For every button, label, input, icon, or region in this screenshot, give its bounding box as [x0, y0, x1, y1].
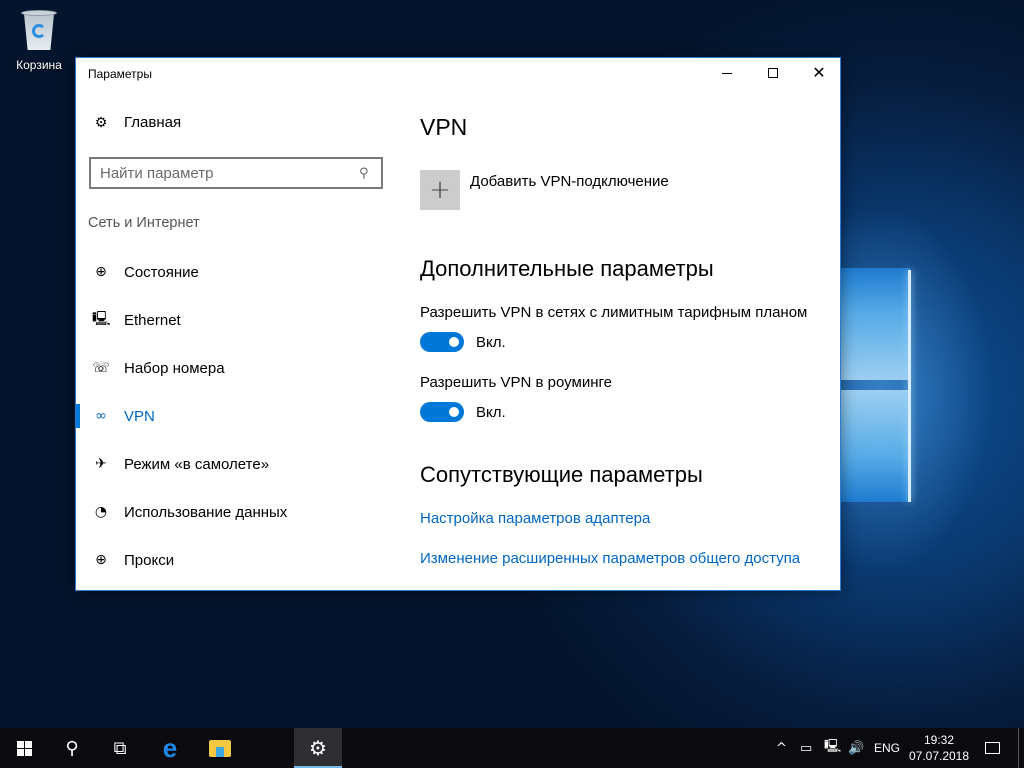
close-button[interactable]: ✕ — [796, 58, 842, 88]
title-bar[interactable]: Параметры ✕ — [76, 58, 840, 90]
sidebar-item-label: Прокси — [124, 551, 175, 569]
metered-vpn-toggle[interactable] — [420, 332, 464, 352]
network-icon: 🖳 — [824, 739, 842, 754]
airplane-icon: ✈ — [95, 456, 107, 472]
network-tray-button[interactable]: 🖳 — [824, 728, 841, 768]
wallpaper-pane-top — [840, 268, 910, 380]
sidebar-item-proxy[interactable]: ⊕ Прокси — [76, 536, 396, 584]
settings-window: Параметры ✕ ⚙ Главная ⚲ Сеть и Интернет … — [75, 57, 841, 591]
action-center-button[interactable] — [980, 728, 1004, 768]
gear-icon: ⚙ — [309, 736, 327, 760]
sharing-options-link[interactable]: Изменение расширенных параметров общего … — [420, 550, 800, 567]
edge-icon: e — [162, 732, 178, 763]
chevron-up-icon: ^ — [776, 740, 787, 756]
volume-icon: 🔊 — [848, 740, 865, 756]
show-desktop-button[interactable] — [1018, 728, 1024, 768]
add-vpn-label: Добавить VPN-подключение — [470, 173, 669, 190]
notification-icon — [984, 742, 1000, 754]
power-tray-button[interactable]: ▭ — [800, 728, 812, 768]
sidebar-item-label: Ethernet — [124, 311, 181, 329]
metered-option-label: Разрешить VPN в сетях с лимитным тарифны… — [420, 304, 808, 321]
settings-taskbar-button[interactable]: ⚙ — [294, 728, 342, 768]
wallpaper-light-edge — [908, 270, 911, 502]
battery-icon: ▭ — [800, 740, 813, 756]
window-title: Параметры — [88, 67, 152, 81]
sidebar-item-dialup[interactable]: ☏ Набор номера — [76, 344, 396, 392]
search-taskbar-button[interactable]: ⚲ — [48, 728, 96, 768]
recycle-bin-shortcut[interactable]: Корзина — [8, 6, 70, 72]
search-icon: ⚲ — [65, 737, 79, 759]
clock-date: 07.07.2018 — [908, 749, 970, 763]
toggle-state-label: Вкл. — [476, 403, 506, 421]
taskbar: ⚲ ⧉ e ⚙ ^ ▭ 🖳 🔊 ENG 19:32 07.07.2018 — [0, 728, 1024, 768]
windows-logo-icon — [16, 740, 32, 756]
ethernet-icon: 🖳 — [92, 311, 111, 327]
data-usage-icon: ◔ — [94, 504, 108, 520]
search-icon[interactable]: ⚲ — [359, 166, 381, 181]
edge-button[interactable]: e — [146, 728, 194, 768]
show-hidden-icons-button[interactable]: ^ — [776, 728, 787, 768]
sidebar-item-data-usage[interactable]: ◔ Использование данных — [76, 488, 396, 536]
globe-icon: ⊕ — [95, 552, 107, 568]
add-vpn-connection-button[interactable]: + Добавить VPN-подключение — [420, 170, 669, 210]
maximize-button[interactable] — [750, 58, 796, 88]
sidebar-item-label: Набор номера — [124, 359, 225, 377]
volume-tray-button[interactable]: 🔊 — [848, 728, 864, 768]
sidebar-item-label: Использование данных — [124, 503, 288, 521]
plus-icon: + — [420, 170, 460, 210]
task-view-icon: ⧉ — [113, 737, 127, 759]
maximize-icon — [768, 68, 778, 78]
advanced-options-heading: Дополнительные параметры — [420, 256, 714, 281]
clock[interactable]: 19:32 07.07.2018 — [904, 732, 974, 764]
toggle-state-label: Вкл. — [476, 333, 506, 351]
recycle-bin-icon — [19, 6, 59, 52]
adapter-options-link[interactable]: Настройка параметров адаптера — [420, 510, 650, 527]
nav-home[interactable]: ⚙ Главная — [92, 114, 181, 131]
sidebar-item-status[interactable]: ⊕ Состояние — [76, 248, 396, 296]
sidebar-item-ethernet[interactable]: 🖳 Ethernet — [76, 296, 396, 344]
vpn-icon: ∞ — [95, 408, 107, 424]
language-label: ENG — [874, 741, 901, 755]
file-explorer-button[interactable] — [196, 728, 244, 768]
roaming-option-label: Разрешить VPN в роуминге — [420, 374, 612, 391]
nav-list: ⊕ Состояние 🖳 Ethernet ☏ Набор номера ∞ … — [76, 248, 396, 584]
related-settings-heading: Сопутствующие параметры — [420, 462, 703, 487]
page-title: VPN — [420, 114, 468, 140]
gear-icon: ⚙ — [94, 114, 108, 131]
sidebar-item-label: VPN — [124, 407, 155, 425]
metered-toggle-row: Вкл. — [420, 332, 506, 352]
search-box[interactable]: ⚲ — [89, 157, 383, 189]
sidebar-item-label: Состояние — [124, 263, 199, 281]
nav-home-label: Главная — [124, 114, 182, 131]
roaming-toggle-row: Вкл. — [420, 402, 506, 422]
section-label: Сеть и Интернет — [88, 215, 200, 231]
minimize-button[interactable] — [704, 58, 750, 88]
dialup-phone-icon: ☏ — [92, 360, 110, 376]
wallpaper-pane-bottom — [840, 390, 910, 502]
sidebar-item-label: Режим «в самолете» — [124, 455, 270, 473]
recycle-bin-label: Корзина — [16, 58, 62, 72]
search-input[interactable] — [91, 164, 359, 182]
start-button[interactable] — [0, 728, 48, 768]
folder-icon — [209, 739, 231, 757]
clock-time: 19:32 — [923, 733, 955, 747]
close-icon: ✕ — [812, 63, 826, 82]
sidebar-item-airplane-mode[interactable]: ✈ Режим «в самолете» — [76, 440, 396, 488]
task-view-button[interactable]: ⧉ — [96, 728, 144, 768]
sidebar-item-vpn[interactable]: ∞ VPN — [76, 392, 396, 440]
minimize-icon — [722, 72, 732, 74]
language-indicator[interactable]: ENG — [874, 728, 900, 768]
roaming-vpn-toggle[interactable] — [420, 402, 464, 422]
network-status-icon: ⊕ — [95, 264, 107, 280]
